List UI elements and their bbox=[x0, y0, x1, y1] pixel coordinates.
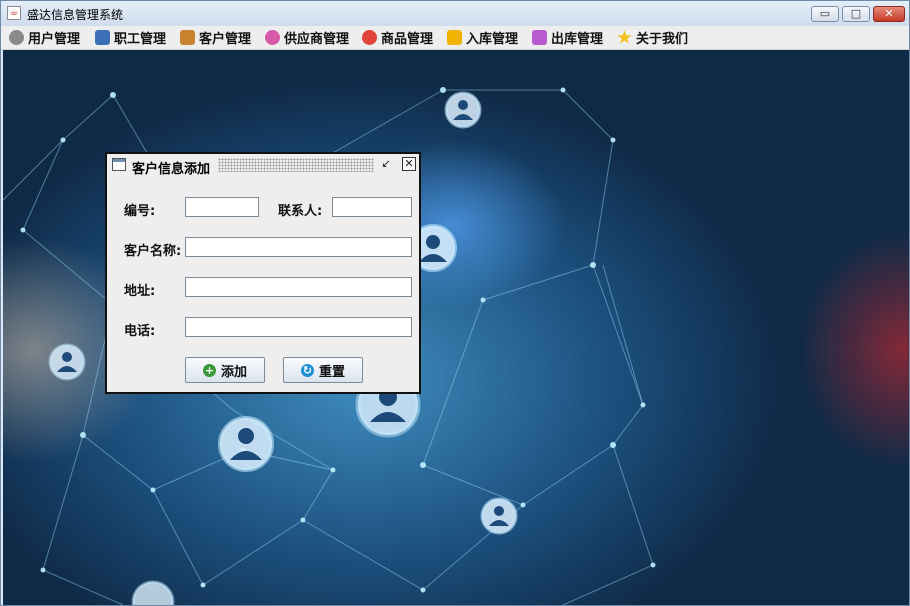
customer-name-label: 客户名称: bbox=[124, 244, 182, 259]
menu-inbound-management[interactable]: 入库管理 bbox=[447, 28, 518, 47]
add-icon: + bbox=[202, 363, 216, 377]
phone-label: 电话: bbox=[124, 324, 156, 339]
id-field[interactable] bbox=[185, 197, 259, 217]
menu-goods-management[interactable]: 商品管理 bbox=[362, 28, 433, 47]
dialog-title-bar[interactable]: 客户信息添加 ↙ ✕ bbox=[107, 154, 419, 177]
menu-label: 入库管理 bbox=[466, 32, 519, 47]
menu-supplier-management[interactable]: 供应商管理 bbox=[265, 28, 349, 47]
menu-label: 用户管理 bbox=[28, 32, 81, 47]
add-button-label: 添加 bbox=[220, 364, 247, 380]
menu-user-management[interactable]: 用户管理 bbox=[9, 28, 80, 47]
menu-label: 职工管理 bbox=[114, 32, 167, 47]
maximize-button[interactable]: □ bbox=[842, 6, 870, 22]
menu-label: 供应商管理 bbox=[284, 32, 350, 47]
restore-icon[interactable]: ↙ bbox=[379, 157, 393, 171]
window-title: 盛达信息管理系统 bbox=[27, 8, 124, 22]
gear-icon bbox=[9, 30, 24, 45]
title-bar[interactable]: ☕ 盛达信息管理系统 ▭ □ ✕ bbox=[1, 1, 909, 26]
star-icon bbox=[617, 30, 632, 44]
staff-icon bbox=[95, 30, 110, 45]
customer-icon bbox=[180, 30, 195, 45]
menu-customer-management[interactable]: 客户管理 bbox=[180, 28, 251, 47]
phone-field[interactable] bbox=[185, 317, 412, 337]
menu-about-us[interactable]: 关于我们 bbox=[617, 28, 688, 47]
close-button[interactable]: ✕ bbox=[873, 6, 905, 22]
add-button[interactable]: + 添加 bbox=[185, 357, 265, 383]
customer-name-field[interactable] bbox=[185, 237, 412, 257]
inbound-icon bbox=[447, 30, 462, 45]
reset-button-label: 重置 bbox=[318, 364, 345, 380]
supplier-icon bbox=[265, 30, 280, 45]
outbound-icon bbox=[532, 30, 547, 45]
id-label: 编号: bbox=[124, 204, 156, 219]
drag-grip[interactable] bbox=[218, 158, 374, 172]
dialog-close-button[interactable]: ✕ bbox=[402, 157, 416, 171]
menu-staff-management[interactable]: 职工管理 bbox=[95, 28, 166, 47]
menu-bar: 用户管理 职工管理 客户管理 供应商管理 商品管理 入库管理 出库管理 关于我们 bbox=[1, 26, 909, 50]
reset-button[interactable]: ↻ 重置 bbox=[283, 357, 363, 383]
dialog-title: 客户信息添加 bbox=[132, 162, 211, 177]
window-icon bbox=[112, 158, 126, 171]
main-window: ☕ 盛达信息管理系统 ▭ □ ✕ 用户管理 职工管理 客户管理 供应商管理 商品… bbox=[0, 0, 910, 606]
contact-field[interactable] bbox=[332, 197, 412, 217]
minimize-button[interactable]: ▭ bbox=[811, 6, 839, 22]
address-label: 地址: bbox=[124, 284, 156, 299]
menu-outbound-management[interactable]: 出库管理 bbox=[532, 28, 603, 47]
goods-icon bbox=[362, 30, 377, 45]
menu-label: 关于我们 bbox=[636, 32, 689, 47]
java-app-icon: ☕ bbox=[7, 6, 21, 20]
address-field[interactable] bbox=[185, 277, 412, 297]
menu-label: 商品管理 bbox=[381, 32, 434, 47]
menu-label: 客户管理 bbox=[199, 32, 252, 47]
customer-add-dialog: 客户信息添加 ↙ ✕ 编号: 联系人: 客户名称: 地址: 电话: + 添加 ↻… bbox=[105, 152, 421, 394]
menu-label: 出库管理 bbox=[551, 32, 604, 47]
contact-label: 联系人: bbox=[278, 204, 323, 219]
reset-icon: ↻ bbox=[300, 363, 314, 377]
